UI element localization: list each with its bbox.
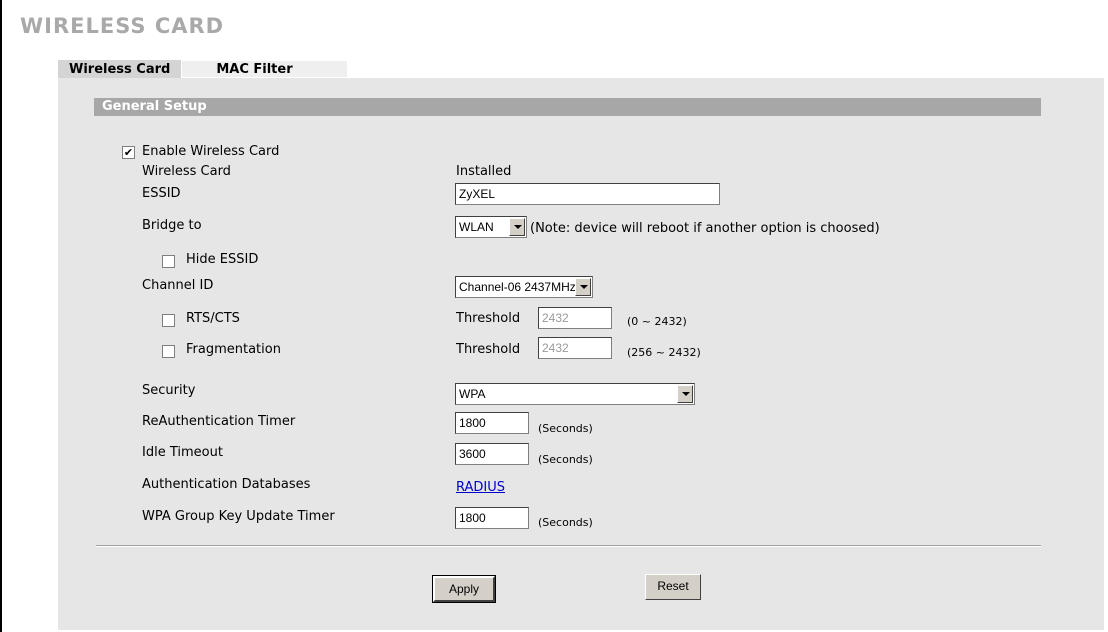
radius-link[interactable]: RADIUS <box>456 477 505 499</box>
fragmentation-label: Fragmentation <box>186 342 281 357</box>
fragmentation-threshold-input[interactable]: 2432 <box>538 337 612 359</box>
wireless-card-status: Installed <box>456 164 512 179</box>
hide-essid-checkbox[interactable] <box>162 255 175 268</box>
checkmark-icon: ✔ <box>123 146 134 159</box>
window-frame <box>0 0 2 632</box>
channel-id-value: Channel-06 2437MHz <box>459 280 576 294</box>
fragmentation-threshold-label: Threshold <box>456 342 521 357</box>
page-title: WIRELESS CARD <box>20 14 225 38</box>
reauth-timer-unit: (Seconds) <box>538 422 593 435</box>
chevron-down-icon[interactable] <box>509 218 525 236</box>
idle-timeout-label: Idle Timeout <box>142 445 223 460</box>
tab-bar: Wireless Card MAC Filter <box>58 60 349 78</box>
hide-essid-label: Hide ESSID <box>186 252 259 267</box>
wpa-group-key-unit: (Seconds) <box>538 516 593 529</box>
tab-mac-filter[interactable]: MAC Filter <box>181 60 349 78</box>
fragmentation-checkbox[interactable] <box>162 345 175 358</box>
security-select[interactable]: WPA <box>455 383 695 405</box>
security-label: Security <box>142 383 196 398</box>
auth-databases-label: Authentication Databases <box>142 477 311 492</box>
section-title: General Setup <box>94 98 1041 116</box>
reauth-timer-input[interactable]: 1800 <box>455 412 529 434</box>
security-value: WPA <box>459 387 486 401</box>
idle-timeout-unit: (Seconds) <box>538 453 593 466</box>
tab-wireless-card[interactable]: Wireless Card <box>58 60 182 78</box>
reauth-timer-label: ReAuthentication Timer <box>142 414 296 429</box>
rts-cts-threshold-label: Threshold <box>456 311 521 326</box>
rts-cts-threshold-input[interactable]: 2432 <box>538 307 612 329</box>
enable-wireless-card-label: Enable Wireless Card <box>142 144 280 159</box>
section-divider <box>96 545 1041 547</box>
rts-cts-label: RTS/CTS <box>186 311 240 326</box>
rts-cts-checkbox[interactable] <box>162 314 175 327</box>
settings-panel: General Setup ✔ Enable Wireless Card Wir… <box>58 78 1104 630</box>
bridge-to-note: (Note: device will reboot if another opt… <box>530 221 880 236</box>
idle-timeout-input[interactable]: 3600 <box>455 443 529 465</box>
essid-input[interactable]: ZyXEL <box>455 183 720 205</box>
fragmentation-range: (256 ~ 2432) <box>627 346 701 359</box>
rts-cts-range: (0 ~ 2432) <box>627 315 687 328</box>
bridge-to-value: WLAN <box>459 220 494 234</box>
channel-id-label: Channel ID <box>142 278 214 293</box>
chevron-down-icon[interactable] <box>575 278 591 296</box>
bridge-to-select[interactable]: WLAN <box>455 216 527 238</box>
apply-button[interactable]: Apply <box>432 575 496 603</box>
bridge-to-label: Bridge to <box>142 218 202 233</box>
wireless-card-label: Wireless Card <box>142 164 231 179</box>
wpa-group-key-input[interactable]: 1800 <box>455 507 529 529</box>
chevron-down-icon[interactable] <box>677 385 693 403</box>
essid-label: ESSID <box>142 186 181 201</box>
enable-wireless-card-checkbox[interactable]: ✔ <box>122 146 135 159</box>
channel-id-select[interactable]: Channel-06 2437MHz <box>455 276 593 298</box>
reset-button[interactable]: Reset <box>645 574 701 600</box>
wpa-group-key-label: WPA Group Key Update Timer <box>142 509 335 524</box>
